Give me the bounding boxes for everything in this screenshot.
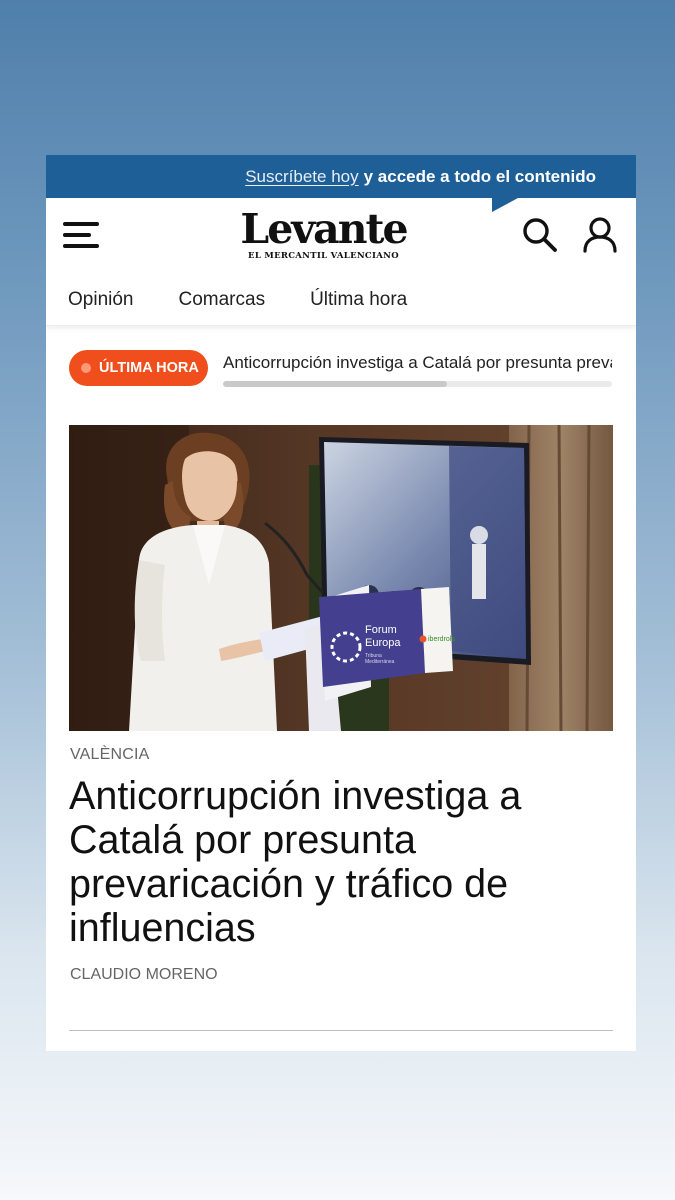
breaking-news-badge[interactable]: ÚLTIMA HORA: [69, 350, 208, 386]
nav-item-comarcas[interactable]: Comarcas: [179, 289, 266, 311]
site-header: Levante EL MERCANTIL VALENCIANO: [46, 198, 636, 274]
search-icon[interactable]: [520, 215, 560, 255]
ticker-progress-bar: [223, 381, 612, 387]
menu-icon[interactable]: [63, 219, 99, 251]
user-icon[interactable]: [580, 215, 620, 255]
logo-name: Levante: [240, 205, 408, 253]
live-dot-icon: [81, 363, 91, 373]
subscribe-text: y accede a todo el contenido: [363, 166, 596, 186]
breaking-news-badge-label: ÚLTIMA HORA: [99, 360, 199, 376]
podium-subtitle-line2: Mediterránea: [365, 659, 395, 665]
podium-title-line2: Europa: [365, 637, 401, 649]
nav-item-ultima-hora[interactable]: Última hora: [310, 289, 407, 311]
section-nav: Opinión Comarcas Última hora: [46, 274, 636, 326]
article-headline[interactable]: Anticorrupción investiga a Catalá por pr…: [69, 774, 609, 950]
site-logo[interactable]: Levante EL MERCANTIL VALENCIANO: [236, 208, 411, 261]
logo-subtitle: EL MERCANTIL VALENCIANO: [248, 251, 399, 261]
article-photo[interactable]: Forum Europa Tribuna Mediterránea iberdr…: [69, 425, 613, 731]
breaking-news-ticker[interactable]: Anticorrupción investiga a Catalá por pr…: [223, 353, 612, 373]
article-card: Suscríbete hoy y accede a todo el conten…: [46, 155, 636, 1051]
podium-sponsor: iberdrola: [428, 636, 455, 643]
podium-title-line1: Forum: [365, 624, 397, 636]
divider: [69, 1030, 613, 1031]
article-author[interactable]: CLAUDIO MORENO: [70, 966, 218, 984]
subscribe-link[interactable]: Suscríbete hoy: [245, 167, 358, 187]
nav-item-opinion[interactable]: Opinión: [68, 289, 134, 311]
ticker-progress-fill: [223, 381, 448, 387]
article-section[interactable]: VALÈNCIA: [70, 746, 150, 764]
subscribe-bar: Suscríbete hoy y accede a todo el conten…: [46, 155, 636, 212]
breaking-news-bar: ÚLTIMA HORA Anticorrupción investiga a C…: [69, 349, 613, 389]
